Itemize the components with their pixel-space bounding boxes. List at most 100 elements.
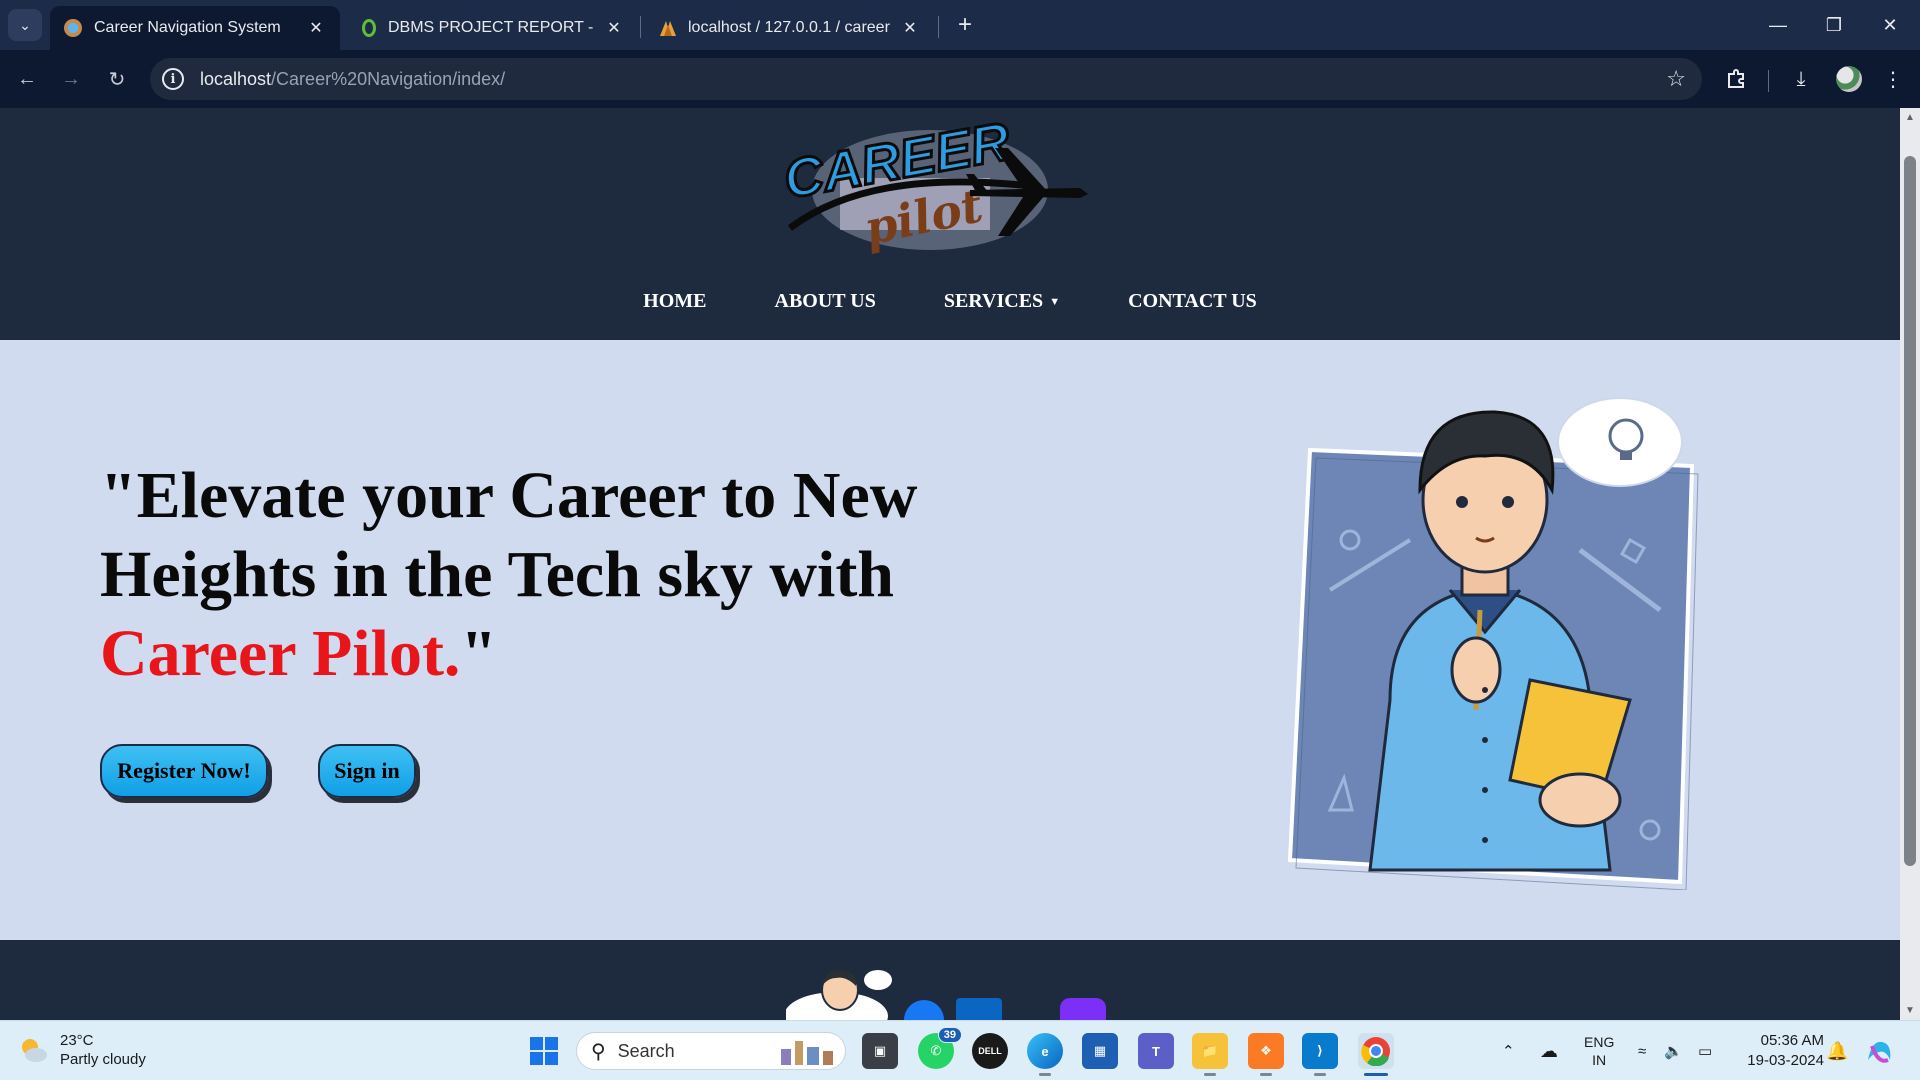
whatsapp-icon: ✆ bbox=[930, 1043, 942, 1058]
browser-toolbar: ← → ↻ i localhost/Career%20Navigation/in… bbox=[0, 50, 1920, 108]
career-pilot-logo[interactable]: CAREER pilot bbox=[770, 108, 1090, 268]
teams-app[interactable]: T bbox=[1138, 1033, 1174, 1069]
restore-icon: ❐ bbox=[1825, 14, 1843, 35]
hero-headline: "Elevate your Career to New Heights in t… bbox=[100, 459, 918, 690]
minimize-button[interactable]: — bbox=[1750, 0, 1806, 50]
overleaf-icon bbox=[362, 19, 376, 37]
forward-button[interactable]: → bbox=[54, 62, 88, 96]
register-now-button[interactable]: Register Now! bbox=[100, 744, 268, 798]
search-highlight-icon bbox=[781, 1041, 833, 1065]
chevron-down-icon: ⌄ bbox=[19, 16, 31, 33]
extensions-button[interactable] bbox=[1720, 62, 1754, 96]
weather-widget[interactable]: 23°C Partly cloudy bbox=[18, 1031, 146, 1069]
student-illustration bbox=[1287, 397, 1699, 890]
language-indicator[interactable]: ENG IN bbox=[1584, 1021, 1614, 1080]
back-button[interactable]: ← bbox=[10, 62, 44, 96]
main-nav: HOME ABOUT US SERVICES ▼ CONTACT US bbox=[0, 290, 1900, 313]
file-explorer-app[interactable]: 📁 bbox=[1192, 1033, 1228, 1076]
wifi-tray[interactable]: ≈ bbox=[1638, 1021, 1646, 1080]
sign-in-button[interactable]: Sign in bbox=[318, 744, 416, 798]
copilot-button[interactable] bbox=[1864, 1021, 1894, 1080]
caret-down-icon: ▼ bbox=[1049, 296, 1061, 308]
weather-temperature: 23°C bbox=[60, 1032, 94, 1049]
notifications-button[interactable]: 🔔 bbox=[1826, 1021, 1848, 1080]
show-hidden-icons[interactable]: ⌃ bbox=[1502, 1021, 1515, 1080]
partly-cloudy-icon bbox=[18, 1035, 48, 1065]
arrow-left-icon: ← bbox=[17, 67, 37, 90]
linkedin-icon[interactable] bbox=[956, 998, 1002, 1020]
tab-career-navigation[interactable]: Career Navigation System ✕ bbox=[50, 6, 340, 50]
battery-icon: ▭ bbox=[1698, 1043, 1713, 1060]
page-scrollbar[interactable]: ▲ ▼ bbox=[1900, 108, 1920, 1020]
weather-condition: Partly cloudy bbox=[60, 1051, 146, 1068]
nav-contact-us[interactable]: CONTACT US bbox=[1094, 290, 1291, 313]
tab-search-button[interactable]: ⌄ bbox=[8, 9, 42, 41]
onedrive-tray[interactable]: ☁ bbox=[1540, 1021, 1558, 1080]
close-window-button[interactable]: ✕ bbox=[1862, 0, 1918, 50]
folder-icon: 📁 bbox=[1201, 1043, 1219, 1058]
chrome-icon bbox=[1361, 1037, 1390, 1066]
browser-tab-strip: ⌄ Career Navigation System ✕ DBMS PROJEC… bbox=[0, 0, 1920, 50]
bookmark-star-icon[interactable]: ☆ bbox=[1666, 66, 1686, 92]
nav-services[interactable]: SERVICES ▼ bbox=[910, 290, 1094, 313]
toolbar-divider bbox=[1768, 70, 1769, 92]
task-view-button[interactable]: ▣ bbox=[862, 1033, 898, 1069]
volume-tray[interactable]: 🔈 bbox=[1664, 1021, 1683, 1080]
browser-menu-button[interactable]: ⋮ bbox=[1876, 62, 1910, 96]
wifi-icon: ≈ bbox=[1638, 1042, 1647, 1060]
dell-app[interactable]: DELL bbox=[972, 1033, 1008, 1069]
scroll-down-icon[interactable]: ▼ bbox=[1904, 1005, 1916, 1016]
clock-date: 19-03-2024 bbox=[1747, 1052, 1824, 1069]
store-icon: ▦ bbox=[1093, 1043, 1107, 1058]
profile-avatar[interactable] bbox=[1836, 66, 1862, 92]
notification-badge: 39 bbox=[937, 1027, 962, 1043]
reload-button[interactable]: ↻ bbox=[100, 62, 134, 96]
url-text[interactable]: localhost/Career%20Navigation/index/ bbox=[200, 69, 505, 90]
address-bar[interactable]: i localhost/Career%20Navigation/index/ ☆ bbox=[150, 58, 1702, 100]
lightbulb-cloud-icon bbox=[1557, 397, 1683, 487]
nav-about-us[interactable]: ABOUT US bbox=[741, 290, 910, 313]
close-tab-icon[interactable]: ✕ bbox=[306, 18, 326, 38]
xampp-app[interactable]: ❖ bbox=[1248, 1033, 1284, 1076]
reload-icon: ↻ bbox=[108, 68, 126, 91]
instagram-icon[interactable] bbox=[1060, 998, 1106, 1020]
site-footer bbox=[0, 940, 1900, 1020]
xampp-icon: ❖ bbox=[1260, 1043, 1272, 1058]
clock-time: 05:36 AM bbox=[1760, 1032, 1824, 1049]
downloads-button[interactable]: ⤓ bbox=[1784, 62, 1818, 96]
windows-taskbar: 23°C Partly cloudy ⚲ Search ▣ ✆ 39 DELL … bbox=[0, 1020, 1920, 1080]
scrollbar-thumb[interactable] bbox=[1904, 156, 1916, 866]
start-button[interactable] bbox=[526, 1033, 562, 1069]
headline-accent: Career Pilot. bbox=[100, 617, 461, 690]
tab-divider bbox=[938, 16, 939, 38]
windows-logo-icon bbox=[530, 1037, 558, 1065]
whatsapp-app[interactable]: ✆ 39 bbox=[918, 1027, 962, 1069]
minimize-icon: — bbox=[1769, 14, 1787, 35]
edge-icon: e bbox=[1041, 1043, 1049, 1059]
facebook-icon[interactable] bbox=[904, 1000, 944, 1020]
new-tab-button[interactable]: + bbox=[948, 8, 982, 42]
store-app[interactable]: ▦ bbox=[1082, 1033, 1118, 1069]
nav-home[interactable]: HOME bbox=[609, 290, 740, 313]
tab-dbms-report[interactable]: DBMS PROJECT REPORT - Online ✕ bbox=[348, 6, 638, 50]
close-tab-icon[interactable]: ✕ bbox=[604, 18, 624, 38]
battery-tray[interactable]: ▭ bbox=[1698, 1021, 1712, 1080]
tab-phpmyadmin[interactable]: localhost / 127.0.0.1 / career / jc ✕ bbox=[644, 6, 934, 50]
copilot-icon bbox=[1868, 1041, 1891, 1063]
system-clock[interactable]: 05:36 AM 19-03-2024 bbox=[1738, 1031, 1824, 1071]
restore-button[interactable]: ❐ bbox=[1806, 0, 1862, 50]
download-icon: ⤓ bbox=[1796, 67, 1806, 90]
taskbar-search[interactable]: ⚲ Search bbox=[576, 1032, 846, 1070]
scroll-up-icon[interactable]: ▲ bbox=[1904, 112, 1916, 123]
page-viewport: CAREER pilot HOME ABOUT US SERVICES ▼ CON… bbox=[0, 108, 1900, 1020]
search-icon: ⚲ bbox=[591, 1040, 606, 1063]
edge-app[interactable]: e bbox=[1027, 1033, 1063, 1076]
plus-icon: + bbox=[957, 11, 972, 38]
puzzle-icon bbox=[1728, 69, 1744, 88]
cloud-icon: ☁ bbox=[1540, 1040, 1558, 1061]
close-tab-icon[interactable]: ✕ bbox=[900, 18, 920, 38]
footer-mascot-illustration bbox=[786, 969, 892, 1020]
vscode-app[interactable]: ⟩ bbox=[1302, 1033, 1338, 1076]
chrome-app[interactable] bbox=[1358, 1033, 1394, 1076]
site-info-icon[interactable]: i bbox=[162, 68, 184, 90]
